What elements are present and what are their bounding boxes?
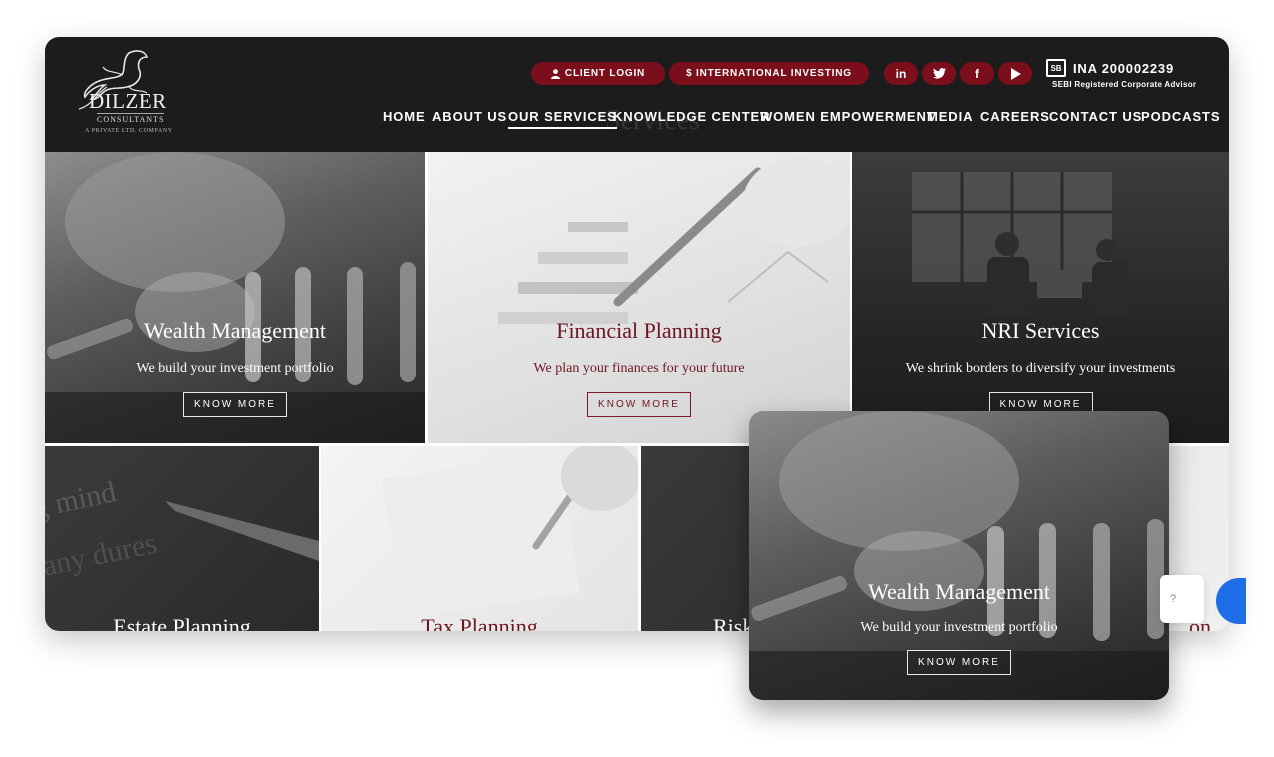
facebook-icon[interactable]: f	[960, 62, 994, 85]
service-description: We shrink borders to diversify your inve…	[905, 361, 1176, 376]
service-description: We build your investment portfolio	[136, 361, 334, 376]
ina-registration: INA 200002239	[1073, 61, 1174, 76]
service-card-wealth-management[interactable]: Wealth Management We build your investme…	[45, 152, 425, 443]
nav-about-us[interactable]: ABOUT US	[432, 109, 507, 129]
service-card-nri-services[interactable]: NRI Services We shrink borders to divers…	[852, 152, 1229, 443]
international-investing-label: $ INTERNATIONAL INVESTING	[686, 68, 852, 79]
chat-prompt-text: ?	[1170, 593, 1177, 605]
nav-home[interactable]: HOME	[383, 109, 426, 129]
linkedin-icon[interactable]: in	[884, 62, 918, 85]
chat-prompt-bubble[interactable]: ?	[1160, 575, 1204, 623]
service-title: Risk	[713, 614, 754, 631]
logo-subtitle: CONSULTANTS	[97, 113, 165, 124]
service-title: Wealth Management	[143, 318, 327, 343]
user-icon	[550, 68, 560, 79]
service-card-financial-planning[interactable]: Financial Planning We plan your finances…	[428, 152, 850, 443]
zoomed-wealth-management-card[interactable]: Wealth Management We build your investme…	[749, 411, 1169, 700]
service-title: Estate Planning	[113, 614, 251, 631]
nav-podcasts[interactable]: PODCASTS	[1141, 109, 1220, 129]
twitter-icon[interactable]	[922, 62, 956, 85]
nav-contact-us[interactable]: CONTACT US	[1049, 109, 1142, 129]
service-description: We build your investment portfolio	[860, 620, 1058, 635]
international-investing-button[interactable]: $ INTERNATIONAL INVESTING	[669, 62, 869, 85]
service-title: Tax Planning	[421, 614, 538, 631]
client-login-button[interactable]: CLIENT LOGIN	[531, 62, 665, 85]
youtube-icon[interactable]	[998, 62, 1032, 85]
client-login-label: CLIENT LOGIN	[564, 68, 646, 79]
sebi-logo-icon: SB	[1046, 59, 1066, 77]
nav-media[interactable]: MEDIA	[927, 109, 973, 129]
fountain-pen-photo: g mind any dures	[45, 475, 319, 583]
nav-careers[interactable]: CAREERS	[980, 109, 1050, 129]
know-more-button[interactable]: KNOW MORE	[907, 650, 1011, 675]
site-header: DILZER CONSULTANTS A PRIVATE LTD. COMPAN…	[45, 37, 1229, 152]
know-more-button[interactable]: KNOW MORE	[587, 392, 691, 417]
svg-text:g mind: g mind	[45, 475, 119, 525]
service-description: We plan your finances for your future	[533, 361, 745, 376]
logo-tagline: A PRIVATE LTD. COMPANY	[85, 128, 173, 134]
service-card-tax-planning[interactable]: Tax Planning	[321, 446, 638, 631]
nav-knowledge-center[interactable]: KNOWLEDGE CENTER	[613, 109, 770, 129]
service-title: Wealth Management	[867, 579, 1051, 604]
service-card-estate-planning[interactable]: g mind any dures Estate Planning	[45, 446, 319, 631]
nav-women-empowerment[interactable]: WOMEN EMPOWERMENT	[760, 109, 936, 129]
know-more-button[interactable]: KNOW MORE	[183, 392, 287, 417]
writing-photo	[382, 446, 638, 618]
sebi-registered-text: SEBI Registered Corporate Advisor	[1052, 80, 1197, 89]
svg-text:any dures: any dures	[45, 526, 160, 582]
service-title: NRI Services	[981, 318, 1100, 343]
service-title: Financial Planning	[556, 318, 722, 343]
nav-our-services[interactable]: OUR SERVICES	[508, 109, 617, 129]
logo-name: DILZER	[89, 89, 167, 113]
